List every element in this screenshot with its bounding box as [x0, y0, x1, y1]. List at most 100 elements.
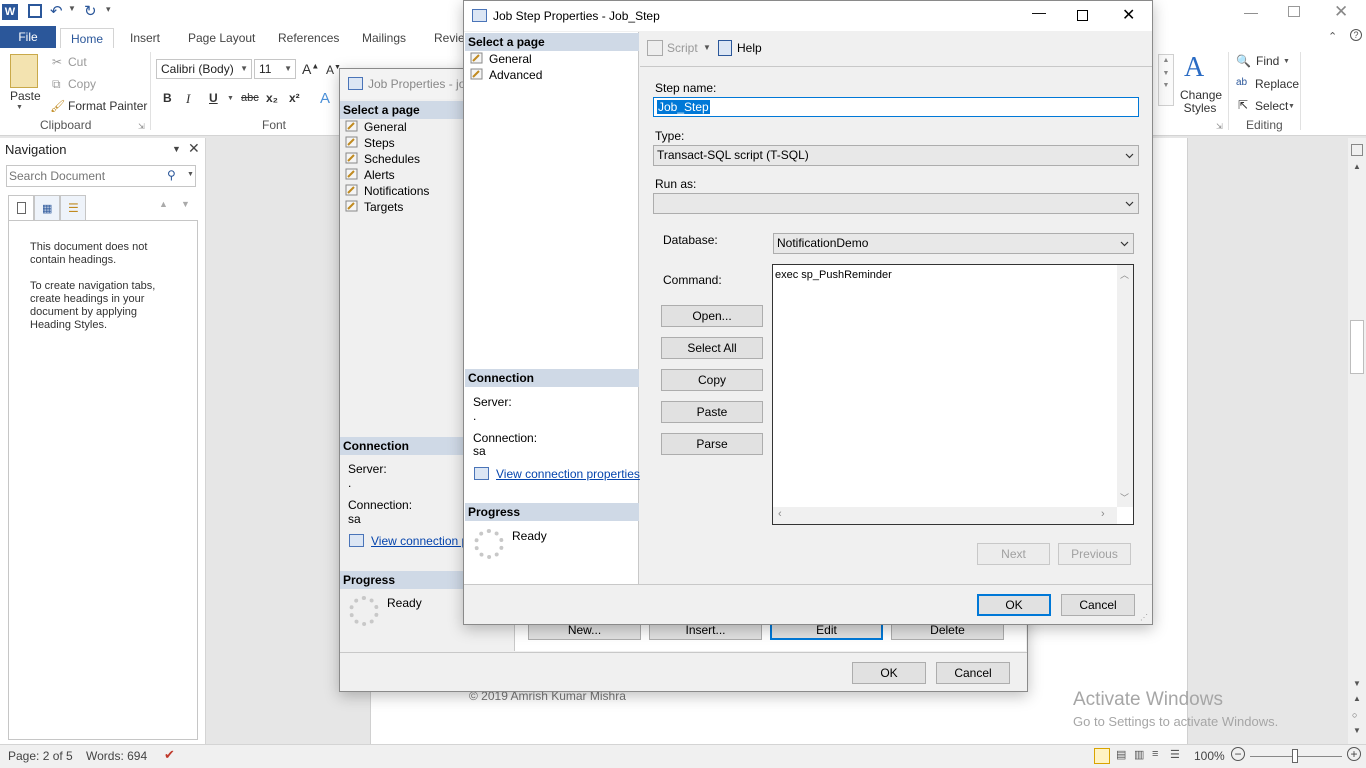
tab-mailings[interactable]: Mailings: [356, 28, 412, 48]
page-general[interactable]: General: [467, 51, 532, 67]
zoom-slider-thumb[interactable]: [1292, 749, 1298, 763]
chevron-left-icon[interactable]: ‹: [778, 508, 782, 520]
draft-icon[interactable]: ☰: [1170, 748, 1180, 761]
font-size-combo[interactable]: 11 ▼: [254, 59, 296, 79]
step-name-field[interactable]: Job_Step: [653, 97, 1139, 117]
cancel-button[interactable]: Cancel: [1061, 594, 1135, 616]
strikethrough-button[interactable]: abc: [241, 92, 259, 104]
font-name-combo[interactable]: Calibri (Body) ▼: [156, 59, 252, 79]
find-dropdown-icon[interactable]: ▼: [1283, 58, 1290, 65]
paste-icon[interactable]: [10, 54, 38, 88]
proofing-icon[interactable]: ✔: [164, 747, 175, 763]
replace-button[interactable]: Replace: [1255, 77, 1299, 91]
select-all-button[interactable]: Select All: [661, 337, 763, 359]
tab-insert[interactable]: Insert: [124, 28, 166, 48]
script-button[interactable]: Script: [667, 41, 698, 55]
help-icon[interactable]: ?: [1350, 29, 1362, 41]
job-ok-button[interactable]: OK: [852, 662, 926, 684]
help-button[interactable]: Help: [737, 41, 762, 55]
page-steps[interactable]: Steps: [342, 135, 395, 151]
full-screen-reading-icon[interactable]: ▤: [1116, 748, 1126, 761]
format-painter-button[interactable]: Format Painter: [68, 99, 147, 113]
redo-icon[interactable]: ↻: [84, 2, 97, 20]
zoom-out-icon[interactable]: −: [1231, 747, 1245, 761]
open-button[interactable]: Open...: [661, 305, 763, 327]
styles-launcher-icon[interactable]: ⇲: [1216, 122, 1223, 131]
outline-icon[interactable]: ≡: [1152, 748, 1158, 760]
vertical-scrollbar[interactable]: ▲ ▼ ▲ ○ ▼: [1348, 138, 1366, 744]
paste-button[interactable]: Paste: [661, 401, 763, 423]
command-textarea[interactable]: exec sp_PushReminder ︿ ﹀ ‹ ›: [772, 264, 1134, 525]
word-minimize-icon[interactable]: —: [1244, 4, 1258, 20]
underline-dropdown-icon[interactable]: ▼: [227, 95, 234, 102]
paste-button[interactable]: Paste: [10, 89, 41, 103]
previous-button[interactable]: Previous: [1058, 543, 1131, 565]
next-heading-icon[interactable]: ▼: [181, 199, 190, 209]
page-notifications[interactable]: Notifications: [342, 183, 429, 199]
command-vertical-scrollbar[interactable]: ︿ ﹀: [1117, 265, 1133, 507]
nav-options-icon[interactable]: ▼: [172, 144, 181, 154]
parse-button[interactable]: Parse: [661, 433, 763, 455]
page-count[interactable]: Page: 2 of 5: [8, 749, 73, 763]
browse-object-icon[interactable]: ○: [1352, 710, 1357, 720]
text-effects-icon[interactable]: A: [320, 90, 330, 107]
nav-close-icon[interactable]: ✕: [188, 140, 200, 157]
ruler-toggle-icon[interactable]: [1351, 144, 1363, 156]
chevron-right-icon[interactable]: ›: [1101, 508, 1105, 520]
command-horizontal-scrollbar[interactable]: ‹ ›: [773, 507, 1117, 524]
undo-icon[interactable]: ↶: [50, 2, 63, 20]
select-dropdown-icon[interactable]: ▼: [1288, 103, 1295, 110]
page-schedules[interactable]: Schedules: [342, 151, 420, 167]
subscript-button[interactable]: x₂: [266, 91, 278, 105]
word-count[interactable]: Words: 694: [86, 749, 147, 763]
superscript-button[interactable]: x²: [289, 91, 300, 105]
previous-page-icon[interactable]: ▲: [1353, 694, 1361, 703]
collapse-ribbon-icon[interactable]: ⌃: [1328, 30, 1337, 43]
print-layout-icon[interactable]: [1094, 748, 1110, 764]
customize-qat-icon[interactable]: ▾: [106, 4, 111, 15]
type-select[interactable]: Transact-SQL script (T-SQL): [653, 145, 1139, 166]
page-targets[interactable]: Targets: [342, 199, 403, 215]
undo-dropdown-icon[interactable]: ▼: [68, 4, 76, 13]
view-connection-properties-link[interactable]: View connection properties: [496, 467, 640, 481]
word-close-icon[interactable]: ✕: [1334, 2, 1348, 22]
tab-file[interactable]: File: [0, 26, 56, 48]
copy-button[interactable]: Copy: [661, 369, 763, 391]
italic-button[interactable]: I: [186, 91, 190, 107]
search-document-box[interactable]: ⚲ ▼: [6, 165, 196, 187]
page-general[interactable]: General: [342, 119, 407, 135]
maximize-icon[interactable]: [1077, 10, 1088, 21]
search-dropdown-icon[interactable]: ▼: [187, 171, 194, 178]
scroll-thumb[interactable]: [1350, 320, 1364, 374]
next-page-icon[interactable]: ▼: [1353, 726, 1361, 735]
search-input[interactable]: [9, 168, 159, 184]
browse-pages-tab[interactable]: ▦: [34, 195, 60, 221]
minimize-icon[interactable]: —: [1032, 4, 1046, 20]
tab-page-layout[interactable]: Page Layout: [182, 28, 261, 48]
bold-button[interactable]: B: [163, 91, 172, 105]
previous-heading-icon[interactable]: ▲: [159, 199, 168, 209]
page-alerts[interactable]: Alerts: [342, 167, 395, 183]
zoom-level[interactable]: 100%: [1194, 749, 1225, 763]
browse-results-tab[interactable]: ☰: [60, 195, 86, 221]
view-connection-properties-link[interactable]: View connection pr: [371, 534, 472, 548]
run-as-select[interactable]: [653, 193, 1139, 214]
scroll-up-icon[interactable]: ▲: [1353, 162, 1361, 171]
script-dropdown-icon[interactable]: ▼: [703, 43, 711, 52]
save-icon[interactable]: [28, 4, 42, 18]
clipboard-launcher-icon[interactable]: ⇲: [138, 122, 145, 131]
styles-gallery-scroll[interactable]: ▲ ▼ ▼: [1158, 54, 1174, 106]
database-select[interactable]: NotificationDemo: [773, 233, 1134, 254]
word-restore-icon[interactable]: [1288, 6, 1300, 17]
underline-button[interactable]: U: [209, 91, 218, 105]
scroll-down-icon[interactable]: ▼: [1353, 679, 1361, 688]
paste-dropdown-icon[interactable]: ▼: [16, 104, 23, 111]
tab-home[interactable]: Home: [60, 28, 114, 48]
browse-headings-tab[interactable]: [8, 195, 34, 221]
next-button[interactable]: Next: [977, 543, 1050, 565]
cut-button[interactable]: Cut: [68, 55, 87, 69]
grow-font-icon[interactable]: A▲: [302, 61, 319, 77]
change-styles-button[interactable]: Change Styles: [1180, 89, 1222, 115]
change-styles-icon[interactable]: A: [1184, 52, 1204, 84]
tab-references[interactable]: References: [272, 28, 345, 48]
